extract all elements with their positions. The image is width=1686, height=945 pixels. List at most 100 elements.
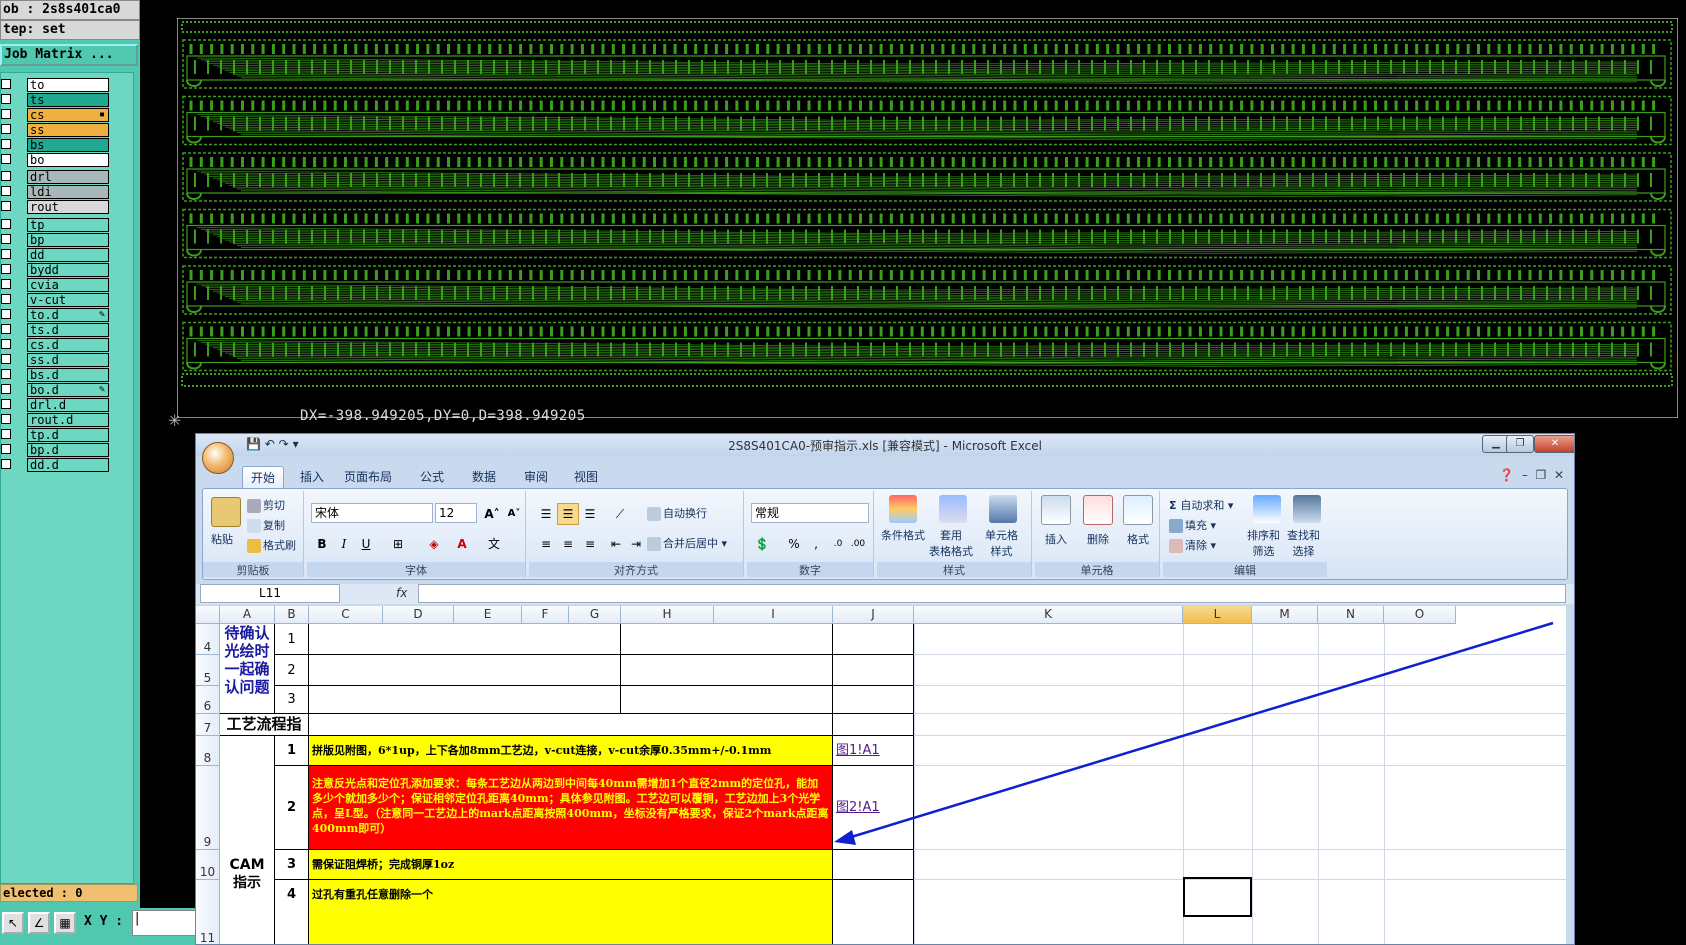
decrease-decimal-icon[interactable]: .00 bbox=[847, 533, 869, 555]
layer-checkbox[interactable] bbox=[1, 294, 11, 304]
align-bottom-icon[interactable]: ☰ bbox=[579, 503, 601, 525]
xy-input[interactable]: | bbox=[132, 910, 202, 936]
cell-b8[interactable]: 1 bbox=[275, 736, 309, 766]
layer-checkbox[interactable] bbox=[1, 124, 11, 134]
cell-styles-button[interactable]: 单元格 样式 bbox=[985, 527, 1018, 559]
insert-function-icon[interactable]: fx bbox=[346, 584, 416, 603]
tab-insert[interactable]: 插入 bbox=[292, 466, 332, 488]
shrink-font-icon[interactable]: A˅ bbox=[503, 503, 525, 525]
layer-label[interactable]: bs bbox=[27, 138, 109, 152]
column-header-i[interactable]: I bbox=[714, 606, 833, 624]
border-icon[interactable]: ⊞ bbox=[387, 533, 409, 555]
layer-row-ss-d[interactable]: ss.d bbox=[1, 353, 111, 367]
row-header-8[interactable]: 8 bbox=[196, 736, 220, 766]
number-format-select[interactable]: 常规 bbox=[751, 503, 869, 523]
cell-c11[interactable]: 过孔有重孔任意删除一个 bbox=[309, 880, 833, 944]
undo-icon[interactable]: ↶ bbox=[265, 437, 275, 451]
layer-checkbox[interactable] bbox=[1, 414, 11, 424]
layer-checkbox[interactable] bbox=[1, 186, 11, 196]
phonetic-icon[interactable]: 文 bbox=[483, 533, 505, 555]
layer-label[interactable]: ts.d bbox=[27, 323, 109, 337]
layer-row-bo[interactable]: bo bbox=[1, 153, 111, 167]
delete-button[interactable]: 删除 bbox=[1087, 531, 1109, 547]
cell-b9[interactable]: 2 bbox=[275, 766, 309, 850]
layer-label[interactable]: cs ▪ bbox=[27, 108, 109, 122]
layer-label[interactable]: to bbox=[27, 78, 109, 92]
customize-qat-icon[interactable]: ▾ bbox=[293, 437, 299, 451]
tool-grid-icon[interactable]: ▦ bbox=[54, 912, 76, 934]
copy-button[interactable]: 复制 bbox=[247, 517, 285, 533]
layer-label[interactable]: cs.d bbox=[27, 338, 109, 352]
column-header-k[interactable]: K bbox=[914, 606, 1183, 624]
tab-review[interactable]: 审阅 bbox=[516, 466, 556, 488]
cell-a7[interactable]: 工艺流程指示 bbox=[220, 714, 309, 736]
insert-button[interactable]: 插入 bbox=[1045, 531, 1067, 547]
layer-checkbox[interactable] bbox=[1, 154, 11, 164]
layer-checkbox[interactable] bbox=[1, 79, 11, 89]
layer-row-bp[interactable]: bp bbox=[1, 233, 111, 247]
column-header-o[interactable]: O bbox=[1384, 606, 1456, 624]
layer-label[interactable]: tp bbox=[27, 218, 109, 232]
redo-icon[interactable]: ↷ bbox=[279, 437, 289, 451]
format-as-table-button[interactable]: 套用 表格格式 bbox=[929, 527, 973, 559]
layer-row-ldi[interactable]: ldi bbox=[1, 185, 111, 199]
pcb-canvas[interactable] bbox=[177, 18, 1678, 418]
layer-row-tp[interactable]: tp bbox=[1, 218, 111, 232]
office-button[interactable] bbox=[202, 442, 234, 474]
cell-j9-link[interactable]: 图2!A1 bbox=[833, 766, 914, 850]
layer-checkbox[interactable] bbox=[1, 354, 11, 364]
layer-label[interactable]: bo.d ✎ bbox=[27, 383, 109, 397]
layer-row-ts[interactable]: ts bbox=[1, 93, 111, 107]
doc-close-icon[interactable]: ✕ bbox=[1554, 468, 1564, 482]
cell-j10[interactable] bbox=[833, 850, 914, 880]
layer-checkbox[interactable] bbox=[1, 399, 11, 409]
layer-checkbox[interactable] bbox=[1, 339, 11, 349]
layer-checkbox[interactable] bbox=[1, 109, 11, 119]
layer-checkbox[interactable] bbox=[1, 264, 11, 274]
layer-row-bs[interactable]: bs bbox=[1, 138, 111, 152]
cell-j4[interactable] bbox=[833, 624, 914, 655]
layer-checkbox[interactable] bbox=[1, 324, 11, 334]
layer-label[interactable]: rout bbox=[27, 200, 109, 214]
wrap-text-button[interactable]: 自动换行 bbox=[647, 505, 707, 521]
layer-row-to-d[interactable]: to.d ✎ bbox=[1, 308, 111, 322]
column-header-e[interactable]: E bbox=[454, 606, 522, 624]
close-button[interactable]: ✕ bbox=[1534, 435, 1574, 453]
find-select-button[interactable]: 查找和 选择 bbox=[1287, 527, 1320, 559]
name-box[interactable]: L11 bbox=[200, 584, 340, 603]
layer-row-rout[interactable]: rout bbox=[1, 200, 111, 214]
layer-label[interactable]: dd.d bbox=[27, 458, 109, 472]
comma-icon[interactable]: , bbox=[805, 533, 827, 555]
column-header-n[interactable]: N bbox=[1318, 606, 1384, 624]
layer-row-cs[interactable]: cs ▪ bbox=[1, 108, 111, 122]
layer-checkbox[interactable] bbox=[1, 444, 11, 454]
tab-home[interactable]: 开始 bbox=[242, 466, 284, 489]
layer-checkbox[interactable] bbox=[1, 171, 11, 181]
restore-icon[interactable]: ❐ bbox=[1536, 468, 1547, 482]
layer-label[interactable]: tp.d bbox=[27, 428, 109, 442]
layer-checkbox[interactable] bbox=[1, 369, 11, 379]
row-header-10[interactable]: 10 bbox=[196, 850, 220, 880]
layer-label[interactable]: v-cut bbox=[27, 293, 109, 307]
format-button[interactable]: 格式 bbox=[1127, 531, 1149, 547]
ribbon-minimize-icon[interactable]: – bbox=[1522, 468, 1528, 482]
column-header-d[interactable]: D bbox=[383, 606, 454, 624]
format-cells-icon[interactable] bbox=[1123, 495, 1153, 525]
layer-label[interactable]: dd bbox=[27, 248, 109, 262]
cell-b6[interactable]: 3 bbox=[275, 686, 309, 714]
layer-checkbox[interactable] bbox=[1, 201, 11, 211]
cell-c6[interactable] bbox=[309, 686, 621, 714]
cell-styles-icon[interactable] bbox=[989, 495, 1017, 523]
layer-label[interactable]: bp bbox=[27, 233, 109, 247]
cell-c7[interactable] bbox=[309, 714, 833, 736]
find-select-icon[interactable] bbox=[1293, 495, 1321, 523]
column-header-l[interactable]: L bbox=[1183, 606, 1252, 624]
fill-color-icon[interactable]: ◈ bbox=[423, 533, 445, 555]
select-all-corner[interactable] bbox=[196, 606, 220, 624]
layer-checkbox[interactable] bbox=[1, 429, 11, 439]
fill-button[interactable]: 填充 ▾ bbox=[1169, 517, 1216, 533]
sort-filter-button[interactable]: 排序和 筛选 bbox=[1247, 527, 1280, 559]
cell-c4[interactable] bbox=[309, 624, 621, 655]
cell-j8-link[interactable]: 图1!A1 bbox=[833, 736, 914, 766]
cell-j5[interactable] bbox=[833, 655, 914, 686]
